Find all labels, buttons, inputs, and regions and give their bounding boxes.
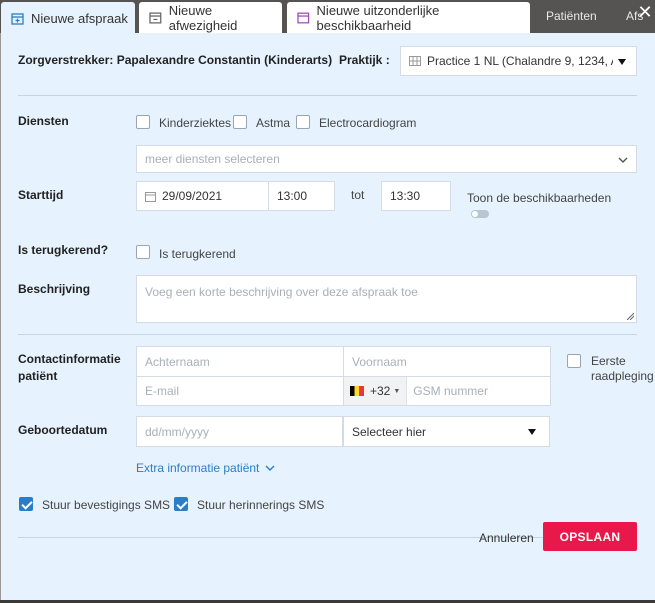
nav-patients[interactable]: Patiënten	[546, 9, 597, 23]
service-checkbox-astma[interactable]	[233, 115, 247, 129]
start-time-label: Starttijd	[18, 188, 64, 202]
appointment-dialog: Zorgverstrekker: Papalexandre Constantin…	[0, 33, 655, 600]
chevron-down-icon	[265, 465, 275, 471]
phone-country-select[interactable]: +32 ▼	[344, 377, 408, 405]
caret-down-icon: ▼	[393, 387, 401, 395]
chevron-down-icon	[618, 157, 628, 163]
more-services-select[interactable]: meer diensten selecteren	[136, 145, 637, 173]
contact-label: Contactinformatie	[18, 352, 121, 366]
firstname-input[interactable]: Voornaam	[343, 346, 551, 377]
tab-label: Nieuwe afwezigheid	[168, 2, 238, 33]
caregiver-label: Zorgverstrekker: Papalexandre Constantin…	[18, 53, 333, 67]
end-time-value: 13:30	[390, 189, 421, 203]
close-icon[interactable]: ✕	[637, 3, 653, 21]
calendar-plus-icon	[11, 12, 24, 25]
practice-value: Practice 1 NL (Chalandre 9, 1234, And	[427, 54, 613, 68]
tab-bar: Nieuwe afspraak Nieuwe afwezigheid Nieuw…	[0, 0, 655, 34]
description-textarea[interactable]: Voeg een korte beschrijving over deze af…	[136, 275, 637, 323]
dropdown-arrow-icon	[528, 429, 536, 435]
availability-label: Toon de beschikbaarheden	[467, 191, 612, 205]
birthdate-placeholder: dd/mm/yyyy	[145, 424, 210, 439]
tab-label: Nieuwe afspraak	[31, 10, 128, 26]
resize-handle-icon[interactable]	[627, 313, 634, 320]
first-consult-checkbox[interactable]	[567, 354, 581, 368]
phone-input[interactable]: +32 ▼ GSM nummer	[343, 376, 551, 406]
select-placeholder: Selecteer hier	[352, 424, 427, 439]
birthdate-label: Geboortedatum	[18, 423, 108, 437]
email-input[interactable]: E-mail	[136, 376, 344, 406]
service-checkbox-kinderziektes[interactable]	[136, 115, 150, 129]
services-label: Diensten	[18, 114, 69, 128]
first-consult-label: Eerste	[591, 354, 626, 368]
sms-confirm-checkbox[interactable]	[19, 497, 33, 511]
cancel-button[interactable]: Annuleren	[479, 531, 534, 545]
end-time-input[interactable]: 13:30	[381, 181, 451, 211]
extra-info-label: Extra informatie patiënt	[136, 461, 260, 475]
start-date-value: 29/09/2021	[162, 189, 223, 203]
sms-reminder-checkbox[interactable]	[174, 497, 188, 511]
email-placeholder: E-mail	[145, 384, 180, 398]
building-icon	[409, 56, 421, 66]
description-label: Beschrijving	[18, 282, 91, 296]
to-label: tot	[351, 188, 365, 202]
save-button[interactable]: OPSLAAN	[543, 522, 637, 551]
phone-prefix: +32	[370, 384, 391, 398]
contact-label-2: patiënt	[18, 369, 58, 383]
calendar-icon	[145, 191, 156, 202]
dropdown-arrow-icon	[618, 59, 626, 65]
gender-select[interactable]: Selecteer hier	[343, 416, 550, 447]
service-label: Electrocardiogram	[319, 116, 417, 130]
tab-new-exceptional-availability[interactable]: Nieuwe uitzonderlijke beschikbaarheid	[287, 2, 530, 33]
tab-label: Nieuwe uitzonderlijke beschikbaarheid	[316, 2, 440, 33]
extra-info-toggle[interactable]: Extra informatie patiënt	[136, 461, 275, 475]
start-time-input[interactable]: 13:00	[268, 181, 335, 211]
recurring-checkbox[interactable]	[136, 245, 150, 259]
lastname-input[interactable]: Achternaam	[136, 346, 344, 377]
birthdate-input[interactable]: dd/mm/yyyy	[136, 416, 343, 447]
service-label: Kinderziektes	[159, 116, 232, 130]
start-date-input[interactable]: 29/09/2021	[136, 181, 269, 211]
sms-reminder-label: Stuur herinnerings SMS	[197, 498, 325, 512]
calendar-minus-icon	[149, 12, 162, 24]
more-services-placeholder: meer diensten selecteren	[145, 152, 280, 166]
practice-select[interactable]: Practice 1 NL (Chalandre 9, 1234, And	[400, 46, 637, 76]
first-consult-label-2: raadpleging	[591, 369, 654, 383]
start-time-value: 13:00	[277, 189, 308, 203]
tab-new-appointment[interactable]: Nieuwe afspraak	[1, 2, 135, 34]
recurring-label: Is terugkerend?	[18, 243, 109, 257]
sms-confirm-label: Stuur bevestigings SMS	[42, 498, 171, 512]
practice-label: Praktijk :	[339, 53, 390, 67]
service-label: Astma	[256, 116, 291, 130]
service-checkbox-electrocardiogram[interactable]	[296, 115, 310, 129]
tab-new-absence[interactable]: Nieuwe afwezigheid	[139, 2, 282, 33]
availability-toggle[interactable]	[471, 210, 489, 218]
calendar-icon	[297, 12, 310, 24]
firstname-placeholder: Voornaam	[352, 354, 407, 369]
divider	[18, 334, 637, 335]
belgium-flag-icon	[350, 386, 364, 396]
divider	[18, 95, 637, 96]
description-placeholder: Voeg een korte beschrijving over deze af…	[145, 285, 418, 299]
recurring-checkbox-label: Is terugkerend	[159, 247, 236, 261]
phone-placeholder: GSM nummer	[413, 384, 488, 398]
lastname-placeholder: Achternaam	[145, 354, 210, 369]
